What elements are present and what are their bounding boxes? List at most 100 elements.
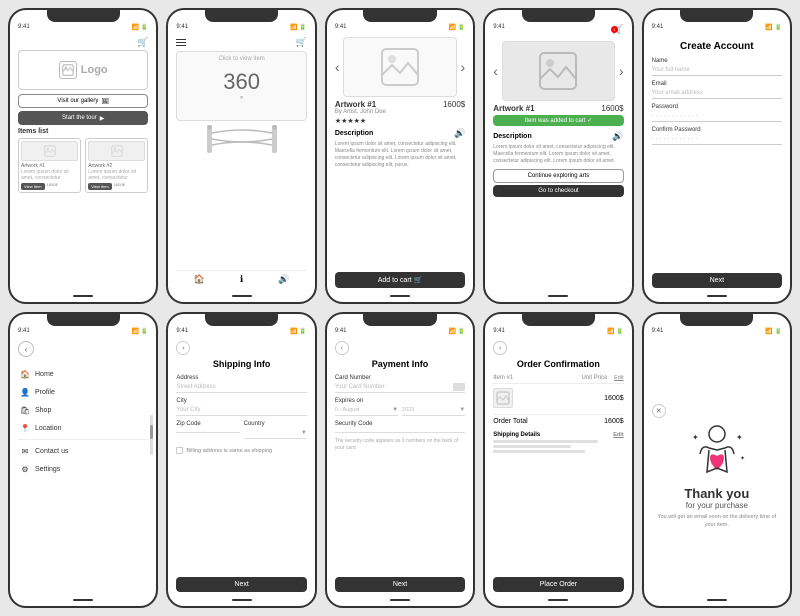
billing-same-row: Billing address is same as shipping bbox=[176, 447, 306, 454]
sidebar-item-location[interactable]: 📍 Location bbox=[18, 419, 148, 437]
visit-gallery-btn[interactable]: Visit our gallery 🖼 bbox=[18, 94, 148, 108]
gallery-content: 🛒 Logo Visit our gallery 🖼 Start the tou… bbox=[10, 33, 156, 292]
settings-nav-label: Settings bbox=[35, 466, 60, 473]
item-view-btn-2[interactable]: View Item bbox=[88, 183, 112, 190]
notch bbox=[205, 314, 278, 326]
sidebar-item-contact[interactable]: ✉ Contact us bbox=[18, 442, 148, 460]
home-indicator bbox=[232, 295, 252, 297]
security-code-field[interactable] bbox=[335, 428, 465, 433]
bottom-bar bbox=[10, 292, 156, 302]
360-image-area[interactable]: Click to view item 360 ° bbox=[176, 51, 306, 121]
sound-icon-cart[interactable]: 🔊 bbox=[612, 131, 623, 142]
phone-gallery: 9:41 📶 🔋 🛒 Logo Visit our gallery 🖼 Star… bbox=[8, 8, 158, 304]
sidebar-item-shop[interactable]: 🛍 Shop bbox=[18, 401, 148, 419]
continue-exploring-btn[interactable]: Continue exploring arts bbox=[493, 169, 623, 183]
edit-link[interactable]: Edit bbox=[614, 375, 623, 381]
month-field[interactable]: 0 - August bbox=[335, 407, 360, 413]
status-bar: 9:41 📶 🔋 bbox=[168, 22, 314, 33]
next-arrow[interactable]: › bbox=[461, 59, 466, 75]
thank-you-content: ✕ ✦ ✦ ✦ Thank you bbox=[644, 337, 790, 596]
shipping-line-1 bbox=[493, 440, 597, 443]
cart-icon[interactable]: 🛒 bbox=[137, 37, 148, 48]
item-view-btn-1[interactable]: View Item bbox=[21, 183, 45, 190]
place-order-btn[interactable]: Place Order bbox=[493, 577, 623, 592]
city-field[interactable]: Your City bbox=[176, 405, 306, 416]
360-content: 🛒 Click to view item 360 ° bbox=[168, 33, 314, 292]
prev-arrow[interactable]: ‹ bbox=[335, 59, 340, 75]
hamburger-icon[interactable] bbox=[176, 39, 186, 47]
phone-thank-you: 9:41 📶 🔋 ✕ ✦ ✦ ✦ bbox=[642, 312, 792, 608]
go-to-checkout-btn[interactable]: Go to checkout bbox=[493, 185, 623, 197]
billing-checkbox[interactable] bbox=[176, 447, 183, 454]
payment-back-btn[interactable]: ‹ bbox=[335, 341, 349, 355]
home-indicator bbox=[390, 295, 410, 297]
status-time: 9:41 bbox=[18, 24, 30, 31]
status-icons: 📶 🔋 bbox=[290, 24, 307, 31]
info-nav-icon[interactable]: ℹ bbox=[240, 274, 243, 285]
order-back-btn[interactable]: ‹ bbox=[493, 341, 507, 355]
shipping-back-btn[interactable]: ‹ bbox=[176, 341, 190, 355]
confirm-password-field-display: ············ bbox=[652, 134, 782, 145]
status-time: 9:41 bbox=[335, 24, 347, 31]
shipping-details-header: Shipping Details Edit bbox=[493, 432, 623, 438]
phone-sidebar: 9:41 📶 🔋 ‹ 🏠 Home 👤 Profile 🛍 Shop 📍 Loc… bbox=[8, 312, 158, 608]
add-to-cart-button[interactable]: Add to cart 🛒 bbox=[335, 272, 465, 288]
home-indicator bbox=[548, 599, 568, 601]
unit-price-label: Unit Price bbox=[581, 375, 607, 381]
cart-icon-360[interactable]: 🛒 bbox=[296, 37, 307, 48]
home-nav-icon[interactable]: 🏠 bbox=[194, 274, 205, 285]
zip-field[interactable] bbox=[176, 428, 239, 433]
bottom-bar bbox=[10, 596, 156, 606]
next-arrow-cart[interactable]: › bbox=[619, 63, 624, 79]
sound-icon[interactable]: 🔊 bbox=[454, 128, 465, 139]
year-dropdown-icon[interactable]: ▼ bbox=[459, 407, 465, 413]
close-button[interactable]: ✕ bbox=[652, 404, 666, 418]
shipping-next-btn[interactable]: Next bbox=[176, 577, 306, 592]
artwork-stars: ★★★★★ bbox=[335, 117, 465, 125]
zip-label: Zip Code bbox=[176, 421, 239, 427]
status-icons: 📶 🔋 bbox=[132, 328, 149, 335]
status-time: 9:41 bbox=[652, 24, 664, 31]
cart-artwork-price: 1600$ bbox=[601, 104, 623, 113]
sound-nav-icon[interactable]: 🔊 bbox=[278, 274, 289, 285]
cart-badge: 1 bbox=[611, 26, 618, 33]
country-dropdown-icon[interactable]: ▼ bbox=[301, 430, 307, 436]
artwork-nav-cart: ‹ › bbox=[493, 41, 623, 104]
card-type-icon bbox=[453, 383, 465, 391]
sidebar-item-settings[interactable]: ⚙ Settings bbox=[18, 460, 148, 478]
back-button[interactable]: ‹ bbox=[18, 341, 34, 357]
card-number-field[interactable]: Your Card Number bbox=[335, 382, 449, 392]
shipping-details-label: Shipping Details bbox=[493, 432, 540, 438]
barrier-area bbox=[176, 125, 306, 155]
payment-title: Payment Info bbox=[335, 359, 465, 369]
card-number-label: Card Number bbox=[335, 375, 465, 381]
description-header: Description 🔊 bbox=[335, 128, 465, 139]
sidebar-item-profile[interactable]: 👤 Profile bbox=[18, 383, 148, 401]
create-account-next-btn[interactable]: Next bbox=[652, 273, 782, 288]
start-tour-btn[interactable]: Start the tour ▶ bbox=[18, 111, 148, 125]
description-label-cart: Description bbox=[493, 133, 532, 140]
status-icons: 📶 🔋 bbox=[607, 328, 624, 335]
status-time: 9:41 bbox=[176, 328, 188, 335]
prev-arrow-cart[interactable]: ‹ bbox=[493, 63, 498, 79]
month-dropdown-icon[interactable]: ▼ bbox=[392, 407, 398, 413]
status-time: 9:41 bbox=[493, 24, 505, 35]
logo-icon bbox=[59, 61, 77, 79]
cart-artwork-title: Artwork #1 bbox=[493, 104, 534, 113]
address-label: Address bbox=[176, 375, 306, 381]
notch bbox=[363, 314, 436, 326]
sidebar-item-home[interactable]: 🏠 Home bbox=[18, 365, 148, 383]
payment-next-btn[interactable]: Next bbox=[335, 577, 465, 592]
items-list-label: Items list bbox=[18, 128, 148, 135]
order-title: Order Confirmation bbox=[493, 359, 623, 369]
bottom-bar bbox=[327, 596, 473, 606]
shipping-edit-link[interactable]: Edit bbox=[613, 432, 623, 438]
year-field[interactable]: 2023 bbox=[402, 407, 414, 413]
sidebar-content: ‹ 🏠 Home 👤 Profile 🛍 Shop 📍 Location ✉ C… bbox=[10, 337, 156, 596]
order-total-label: Order Total bbox=[493, 418, 528, 425]
artwork-detail-content: ‹ › Artwork #1 1600$ By Artist, John Doe… bbox=[327, 33, 473, 292]
phone-order-confirmation: 9:41 📶 🔋 ‹ Order Confirmation Item #1 Un… bbox=[483, 312, 633, 608]
home-nav-label: Home bbox=[35, 371, 54, 378]
gallery-btn-icon: 🖼 bbox=[101, 98, 109, 105]
address-field[interactable]: Street Address bbox=[176, 382, 306, 393]
